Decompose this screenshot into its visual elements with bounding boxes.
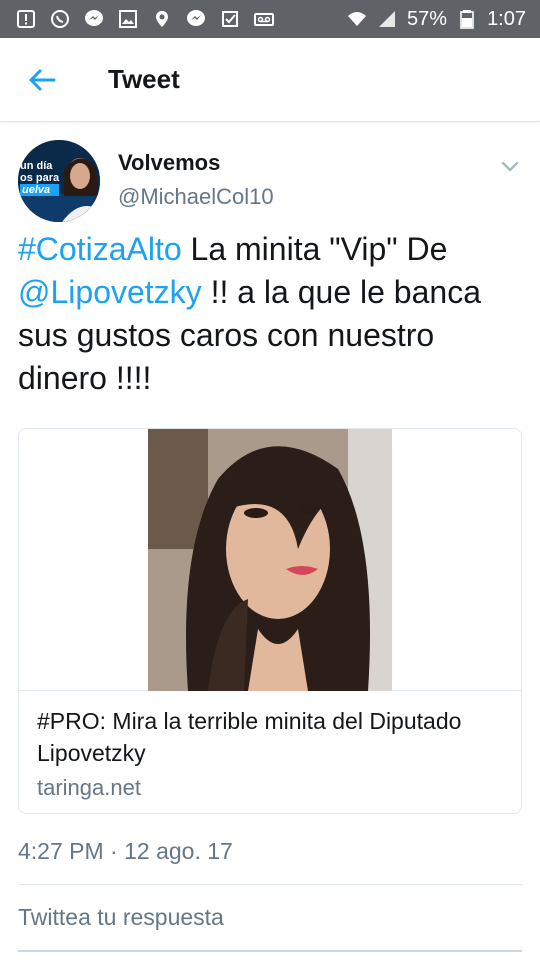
battery-icon <box>457 9 477 29</box>
card-media <box>19 429 521 691</box>
status-bar: 57% 1:07 <box>0 0 540 38</box>
avatar[interactable]: un día os para uelva <box>18 140 100 222</box>
notification-icons <box>16 9 274 29</box>
tweet-menu-button[interactable] <box>498 154 522 178</box>
tweet-text-part: La minita "Vip" De <box>181 231 448 267</box>
card-domain: taringa.net <box>37 775 141 800</box>
battery-percent: 57% <box>407 7 448 30</box>
reply-input[interactable]: Twittea tu respuesta <box>18 904 224 931</box>
hashtag-link[interactable]: #CotizaAlto <box>18 231 182 267</box>
author-display-name[interactable]: Volvemos <box>118 150 274 176</box>
tweet-author-row: un día os para uelva Volvemos @MichaelCo… <box>18 122 522 226</box>
tweet-timestamp: 4:27 PM · 12 ago. 17 <box>18 838 233 864</box>
card-body: #PRO: Mira la terrible minita del Diputa… <box>19 691 521 813</box>
link-card[interactable]: #PRO: Mira la terrible minita del Diputa… <box>18 428 522 814</box>
voicemail-icon <box>254 9 274 29</box>
messenger-icon <box>186 9 206 29</box>
image-icon <box>118 9 138 29</box>
messenger-icon <box>84 9 104 29</box>
card-image <box>148 429 392 691</box>
check-icon <box>220 9 240 29</box>
mention-link[interactable]: @Lipovetzky <box>18 274 202 310</box>
system-indicators: 57% 1:07 <box>347 8 526 31</box>
author-handle[interactable]: @MichaelCol10 <box>118 184 274 210</box>
reply-area: Twittea tu respuesta <box>18 884 522 952</box>
page-title: Tweet <box>108 64 180 94</box>
signal-icon <box>377 9 397 29</box>
app-header: Tweet <box>0 38 540 122</box>
wifi-icon <box>347 9 367 29</box>
card-title: #PRO: Mira la terrible minita del Diputa… <box>37 708 462 766</box>
back-arrow-icon <box>29 69 56 90</box>
whatsapp-icon <box>50 9 70 29</box>
clock: 1:07 <box>487 7 526 30</box>
location-icon <box>152 9 172 29</box>
chevron-down-icon <box>501 161 519 172</box>
alert-icon <box>16 9 36 29</box>
back-button[interactable] <box>18 56 66 104</box>
tweet-text: #CotizaAlto La minita "Vip" De @Lipovetz… <box>18 228 528 400</box>
tweet: un día os para uelva Volvemos @MichaelCo… <box>0 122 540 865</box>
avatar-text: un día os para uelva <box>20 160 60 196</box>
author-info: Volvemos @MichaelCol10 <box>118 150 274 210</box>
